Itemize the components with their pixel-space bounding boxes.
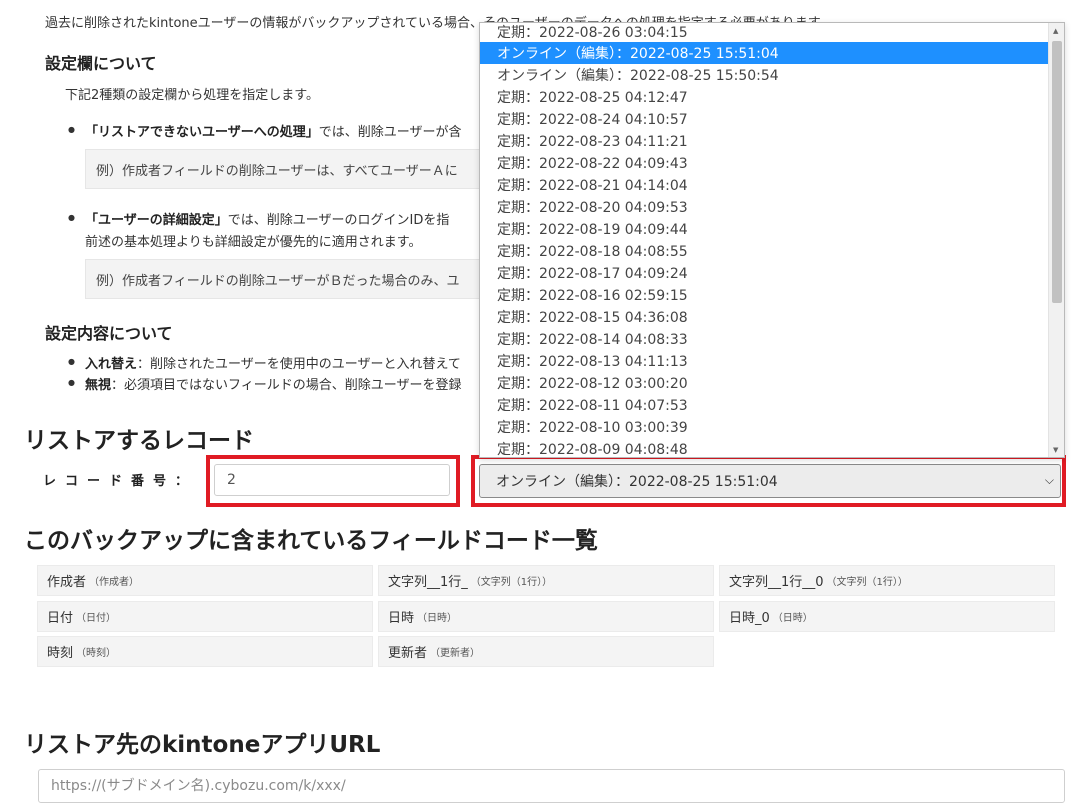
restore-url-title: リストア先のkintoneアプリURL (24, 732, 381, 758)
settings-description: 下記2種類の設定欄から処理を指定します。 (65, 88, 319, 103)
field-cell: 時刻 （時刻） (37, 636, 373, 667)
bullet-text: では、削除ユーザーが含 (318, 125, 462, 140)
field-type: （文字列（1行）） (470, 577, 553, 588)
dropdown-option[interactable]: 定期：2022-08-18 04:08:55 (480, 240, 1048, 262)
content-item-replace: 入れ替え：削除されたユーザーを使用中のユーザーと入れ替えて (68, 353, 461, 372)
scroll-up-icon[interactable]: ▲ (1053, 27, 1058, 35)
backup-select[interactable]: オンライン（編集）：2022-08-25 15:51:04 ⌵ (479, 464, 1061, 498)
record-number-label: レコード番号： (43, 474, 198, 489)
field-code: 日時 (388, 611, 415, 626)
field-code: 日付 (47, 611, 74, 626)
scrollbar-thumb[interactable] (1052, 41, 1062, 303)
restore-url-input[interactable] (38, 769, 1065, 803)
dropdown-option[interactable]: 定期：2022-08-25 04:12:47 (480, 86, 1048, 108)
backup-select-value: オンライン（編集）：2022-08-25 15:51:04 (496, 474, 778, 490)
settings-section-title: 設定欄について (45, 54, 157, 73)
restore-record-title: リストアするレコード (24, 428, 254, 454)
dropdown-option[interactable]: 定期：2022-08-11 04:07:53 (480, 394, 1048, 416)
dropdown-option[interactable]: 定期：2022-08-09 04:08:48 (480, 438, 1048, 457)
field-cell: 文字列__1行__0 （文字列（1行）） (719, 565, 1055, 596)
example-box-2: 例）作成者フィールドの削除ユーザーがＢだった場合のみ、ユ (85, 259, 480, 299)
dropdown-option[interactable]: 定期：2022-08-17 04:09:24 (480, 262, 1048, 284)
field-code: 文字列__1行_ (388, 575, 468, 590)
field-code: 作成者 (47, 575, 87, 590)
field-code: 更新者 (388, 646, 428, 661)
field-type: （日付） (76, 613, 117, 624)
dropdown-option[interactable]: 定期：2022-08-10 03:00:39 (480, 416, 1048, 438)
field-type: （更新者） (430, 648, 481, 659)
field-type: （時刻） (76, 648, 117, 659)
dropdown-option[interactable]: 定期：2022-08-16 02:59:15 (480, 284, 1048, 306)
field-type: （日時） (772, 613, 813, 624)
dropdown-option[interactable]: 定期：2022-08-19 04:09:44 (480, 218, 1048, 240)
dropdown-option[interactable]: 定期：2022-08-20 04:09:53 (480, 196, 1048, 218)
field-type: （文字列（1行）） (826, 577, 908, 588)
bullet-user-detail-line2: 前述の基本処理よりも詳細設定が優先的に適用されます。 (85, 235, 422, 250)
bullet-bold: 「ユーザーの詳細設定」 (85, 213, 228, 228)
dropdown-option[interactable]: 定期：2022-08-23 04:11:21 (480, 130, 1048, 152)
dropdown-option[interactable]: 定期：2022-08-21 04:14:04 (480, 174, 1048, 196)
backup-dropdown-list[interactable]: 定期：2022-08-26 03:04:15 オンライン（編集）：2022-08… (479, 22, 1065, 458)
field-cell: 日時_0 （日時） (719, 601, 1055, 632)
fields-list-title: このバックアップに含まれているフィールドコード一覧 (24, 528, 598, 554)
bullet-unrestorable: 「リストアできないユーザーへの処理」では、削除ユーザーが含 (68, 121, 462, 140)
dropdown-option[interactable]: 定期：2022-08-26 03:04:15 (480, 23, 1048, 42)
field-cell: 作成者 （作成者） (37, 565, 373, 596)
dropdown-options: 定期：2022-08-26 03:04:15 オンライン（編集）：2022-08… (480, 23, 1048, 457)
dropdown-option[interactable]: 定期：2022-08-13 04:11:13 (480, 350, 1048, 372)
content-item-ignore: 無視：必須項目ではないフィールドの場合、削除ユーザーを登録 (68, 374, 462, 393)
field-cell: 日時 （日時） (378, 601, 714, 632)
item-bold: 無視 (85, 378, 112, 393)
bullet-text: では、削除ユーザーのログインIDを指 (227, 213, 450, 228)
dropdown-option[interactable]: 定期：2022-08-15 04:36:08 (480, 306, 1048, 328)
example-text: 例）作成者フィールドの削除ユーザーは、すべてユーザーＡに (96, 163, 458, 179)
example-text: 例）作成者フィールドの削除ユーザーがＢだった場合のみ、ユ (96, 273, 460, 289)
field-type: （作成者） (89, 577, 140, 588)
field-cell: 文字列__1行_ （文字列（1行）） (378, 565, 714, 596)
record-number-input[interactable] (214, 464, 450, 496)
dropdown-option[interactable]: 定期：2022-08-24 04:10:57 (480, 108, 1048, 130)
field-cell: 更新者 （更新者） (378, 636, 714, 667)
field-code: 文字列__1行__0 (729, 575, 824, 590)
dropdown-option-selected[interactable]: オンライン（編集）：2022-08-25 15:51:04 (480, 42, 1048, 64)
content-section-title: 設定内容について (45, 324, 173, 343)
field-code: 時刻 (47, 646, 74, 661)
field-code: 日時_0 (729, 611, 770, 626)
chevron-down-icon: ⌵ (1044, 473, 1054, 487)
item-bold: 入れ替え (85, 357, 138, 372)
item-text: ：必須項目ではないフィールドの場合、削除ユーザーを登録 (111, 378, 462, 393)
bullet-bold: 「リストアできないユーザーへの処理」 (85, 125, 319, 140)
item-text: ：削除されたユーザーを使用中のユーザーと入れ替えて (137, 357, 461, 372)
dropdown-option[interactable]: 定期：2022-08-14 04:08:33 (480, 328, 1048, 350)
field-type: （日時） (417, 613, 458, 624)
bullet-user-detail: 「ユーザーの詳細設定」では、削除ユーザーのログインIDを指 (68, 209, 450, 228)
dropdown-option[interactable]: オンライン（編集）：2022-08-25 15:50:54 (480, 64, 1048, 86)
example-box-1: 例）作成者フィールドの削除ユーザーは、すべてユーザーＡに (85, 149, 480, 189)
dropdown-option[interactable]: 定期：2022-08-22 04:09:43 (480, 152, 1048, 174)
scroll-down-icon[interactable]: ▼ (1053, 446, 1058, 454)
dropdown-scrollbar[interactable]: ▲ ▼ (1048, 23, 1064, 457)
field-cell: 日付 （日付） (37, 601, 373, 632)
dropdown-option[interactable]: 定期：2022-08-12 03:00:20 (480, 372, 1048, 394)
